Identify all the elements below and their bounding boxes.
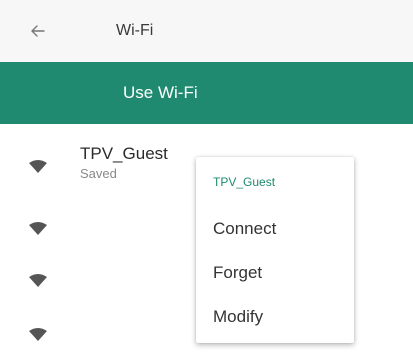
connect-menu-label: Connect [213,219,277,238]
modify-menu-label: Modify [213,307,264,326]
wifi-signal-icon [29,328,47,341]
network-options-popup: TPV_Guest Connect Forget Modify [196,157,354,343]
use-wifi-label: Use Wi-Fi [123,83,198,102]
wifi-signal-icon [29,222,47,235]
modify-menu-item[interactable]: Modify [196,295,354,339]
toolbar: Wi-Fi [0,0,413,62]
forget-menu-item[interactable]: Forget [196,251,354,295]
forget-menu-label: Forget [213,263,263,282]
wifi-signal-icon [29,274,47,287]
popup-title: TPV_Guest [213,175,276,189]
wifi-network-status: Saved [80,166,117,181]
wifi-settings-screen: Wi-Fi Use Wi-Fi TPV_Guest Saved TPV_Gues… [0,0,413,356]
arrow-back-icon[interactable] [28,21,48,41]
wifi-signal-icon [29,160,47,173]
use-wifi-switch-bar[interactable]: Use Wi-Fi [0,62,413,124]
toolbar-title: Wi-Fi [116,22,154,39]
connect-menu-item[interactable]: Connect [196,207,354,251]
wifi-network-name: TPV_Guest [80,144,168,163]
